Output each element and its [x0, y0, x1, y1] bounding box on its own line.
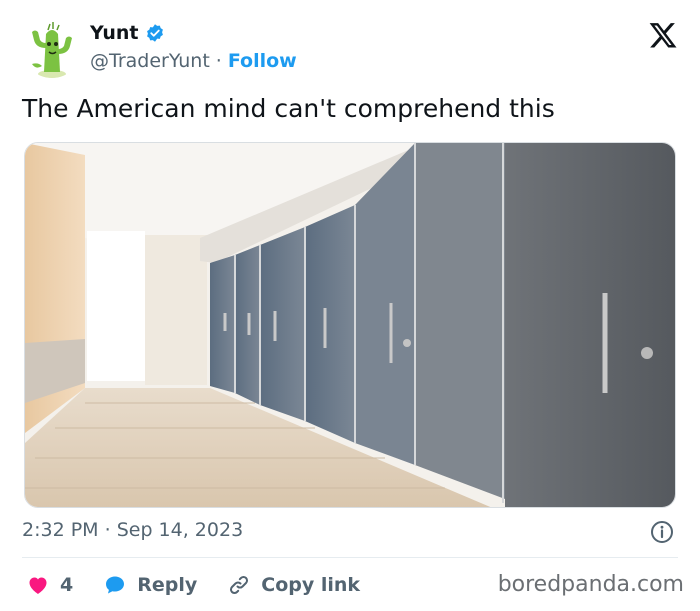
reply-label: Reply: [137, 574, 198, 596]
cactus-avatar-image: [22, 18, 82, 78]
display-name[interactable]: Yunt: [90, 22, 139, 44]
info-icon[interactable]: [650, 520, 674, 544]
tweet-timestamp[interactable]: 2:32 PM · Sep 14, 2023: [22, 519, 243, 541]
heart-icon: [29, 577, 47, 594]
link-icon: [230, 575, 249, 595]
avatar[interactable]: [22, 18, 82, 78]
copy-link-label: Copy link: [261, 574, 361, 596]
handle-separator: ·: [215, 50, 222, 72]
tweet-text: The American mind can't comprehend this: [22, 94, 555, 123]
follow-button[interactable]: Follow: [228, 50, 297, 72]
like-count: 4: [60, 574, 74, 596]
tweet-header: Yunt @TraderYunt · Follow: [22, 18, 682, 80]
restroom-stalls-photo: [25, 143, 675, 507]
tweet-photo[interactable]: [24, 142, 676, 508]
watermark: boredpanda.com: [497, 572, 684, 597]
copy-link-button[interactable]: Copy link: [227, 573, 360, 597]
date-separator: ·: [104, 519, 111, 541]
tweet-time: 2:32 PM: [22, 519, 99, 541]
x-logo-icon[interactable]: [648, 20, 678, 50]
reply-button[interactable]: Reply: [103, 573, 197, 597]
tweet-date: Sep 14, 2023: [116, 519, 244, 541]
speech-bubble-icon: [106, 576, 125, 594]
like-button[interactable]: 4: [26, 573, 73, 597]
user-handle[interactable]: @TraderYunt: [90, 50, 210, 72]
action-bar: 4 Reply Copy link: [26, 570, 390, 600]
divider: [22, 557, 678, 558]
verified-badge-icon: [145, 23, 165, 43]
